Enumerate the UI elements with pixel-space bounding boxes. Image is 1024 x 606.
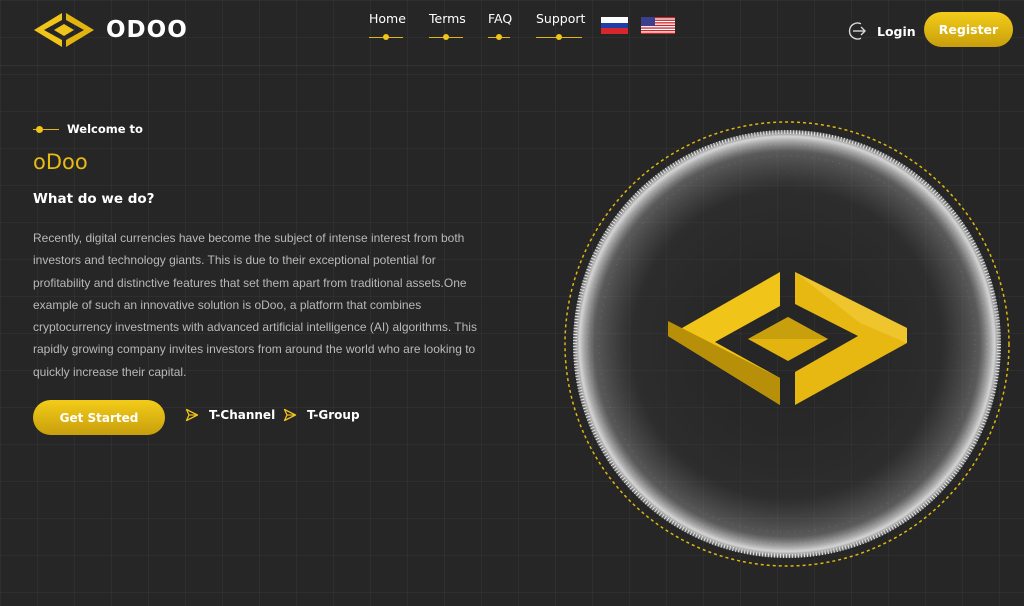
send-icon bbox=[283, 408, 297, 422]
nav-terms-label: Terms bbox=[429, 11, 466, 26]
login-link[interactable]: Login bbox=[847, 20, 916, 42]
nav-home[interactable]: Home bbox=[369, 11, 406, 40]
nav-faq-label: FAQ bbox=[488, 11, 513, 26]
hero-coin-graphic bbox=[564, 121, 1010, 567]
login-label: Login bbox=[877, 23, 916, 39]
russia-flag-icon[interactable] bbox=[601, 17, 628, 34]
hero-subtitle: What do we do? bbox=[33, 191, 155, 207]
login-icon bbox=[848, 22, 866, 40]
nav-dot bbox=[443, 34, 449, 40]
t-channel-label: T-Channel bbox=[209, 408, 276, 422]
welcome-label: Welcome to bbox=[67, 122, 143, 136]
nav-dot bbox=[496, 34, 502, 40]
t-channel-link[interactable]: T-Channel bbox=[185, 408, 275, 422]
nav-dot bbox=[556, 34, 562, 40]
eyebrow-dot bbox=[36, 125, 43, 133]
nav-support[interactable]: Support bbox=[536, 11, 586, 40]
odoo-logo-icon bbox=[34, 13, 94, 47]
hero-title: oDoo bbox=[33, 150, 88, 174]
brand-name: ODOO bbox=[106, 17, 188, 43]
nav-indicator bbox=[429, 34, 463, 40]
send-icon bbox=[185, 408, 199, 422]
welcome-eyebrow: Welcome to bbox=[33, 122, 143, 136]
nav-home-label: Home bbox=[369, 11, 406, 26]
nav-support-label: Support bbox=[536, 11, 586, 26]
t-group-link[interactable]: T-Group bbox=[283, 408, 360, 422]
nav-terms[interactable]: Terms bbox=[429, 11, 466, 40]
eyebrow-line bbox=[33, 125, 59, 133]
site-header: ODOO Home Terms FAQ Support Login Regist… bbox=[0, 0, 1024, 66]
get-started-button[interactable]: Get Started bbox=[33, 400, 165, 435]
nav-indicator bbox=[369, 34, 403, 40]
nav-dot bbox=[383, 34, 389, 40]
register-button[interactable]: Register bbox=[924, 12, 1013, 47]
t-group-label: T-Group bbox=[307, 408, 360, 422]
usa-flag-icon[interactable] bbox=[641, 17, 675, 34]
hero-description: Recently, digital currencies have become… bbox=[33, 231, 477, 379]
nav-indicator bbox=[536, 34, 582, 40]
nav-indicator bbox=[488, 34, 510, 40]
brand-logo[interactable]: ODOO bbox=[32, 12, 188, 48]
nav-faq[interactable]: FAQ bbox=[488, 11, 513, 40]
